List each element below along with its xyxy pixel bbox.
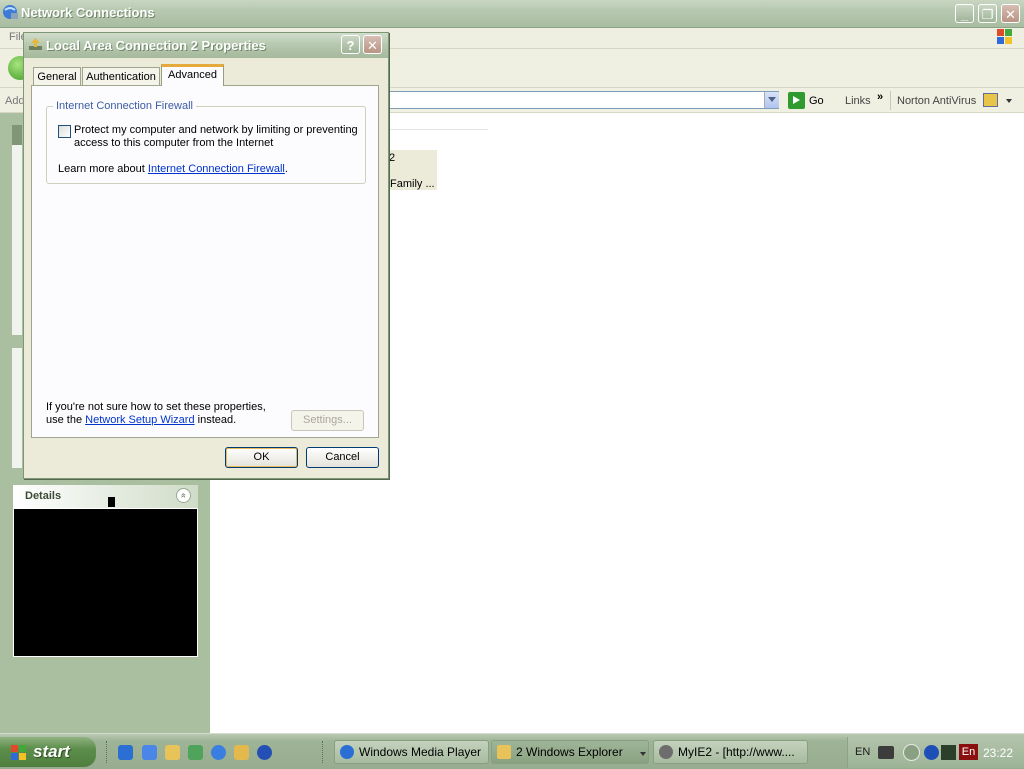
tray-ime-icon[interactable] bbox=[941, 745, 956, 760]
quicklaunch-clock-icon[interactable] bbox=[234, 745, 249, 760]
norton-dropdown-icon[interactable] bbox=[1006, 99, 1012, 103]
cancel-button[interactable]: Cancel bbox=[306, 447, 379, 468]
tray-en-badge[interactable]: En bbox=[959, 744, 978, 760]
task-myie2[interactable]: MyIE2 - [http://www.... bbox=[653, 740, 808, 764]
settings-button: Settings... bbox=[291, 410, 364, 431]
go-button-label[interactable]: Go bbox=[809, 95, 824, 107]
links-chevron-icon[interactable]: » bbox=[877, 91, 883, 103]
details-collapse-icon[interactable]: « bbox=[176, 488, 191, 503]
learn-more-prefix: Learn more about bbox=[58, 163, 148, 175]
explorer-title: Network Connections bbox=[21, 5, 155, 20]
myie-icon bbox=[659, 745, 673, 759]
task-pane-section-header[interactable] bbox=[12, 125, 22, 145]
tray-myie-icon[interactable] bbox=[924, 745, 939, 760]
minimize-button[interactable]: _ bbox=[955, 4, 974, 23]
quicklaunch-folder-icon[interactable] bbox=[165, 745, 180, 760]
keyboard-icon[interactable] bbox=[878, 746, 894, 759]
quicklaunch-network-icon[interactable] bbox=[188, 745, 203, 760]
network-connections-icon bbox=[3, 5, 18, 19]
tab-advanced[interactable]: Advanced bbox=[161, 64, 224, 86]
task-label: Windows Media Player bbox=[359, 745, 482, 759]
task-pane-section bbox=[12, 348, 22, 468]
learn-more-suffix: . bbox=[284, 163, 288, 175]
media-player-icon bbox=[340, 745, 354, 759]
tab-general[interactable]: General bbox=[33, 67, 81, 85]
connection-item-device: Family ... bbox=[390, 178, 435, 190]
connection-item-name: 2 bbox=[389, 152, 396, 164]
windows-flag-icon bbox=[997, 29, 1012, 44]
close-button[interactable]: ✕ bbox=[1001, 4, 1020, 23]
firewall-help-link[interactable]: Internet Connection Firewall bbox=[148, 163, 285, 175]
toolbar-separator bbox=[890, 91, 891, 110]
learn-more-text: Learn more about Internet Connection Fir… bbox=[58, 163, 288, 175]
links-label[interactable]: Links bbox=[845, 95, 871, 107]
task-label: MyIE2 - [http://www.... bbox=[678, 745, 795, 759]
firewall-checkbox[interactable] bbox=[58, 125, 71, 138]
quicklaunch-myie-icon[interactable] bbox=[257, 745, 272, 760]
task-group-dropdown-icon[interactable] bbox=[640, 752, 646, 756]
start-windows-flag-icon bbox=[11, 745, 26, 760]
setup-note-suffix: instead. bbox=[194, 414, 237, 426]
quicklaunch-ie-icon[interactable] bbox=[142, 745, 157, 760]
dialog-close-button[interactable]: ✕ bbox=[363, 35, 382, 54]
setup-note: If you're not sure how to set these prop… bbox=[46, 401, 286, 427]
task-pane-section bbox=[12, 125, 22, 335]
go-arrow-icon[interactable] bbox=[788, 92, 805, 109]
show-hidden-icons-chevron-icon[interactable] bbox=[903, 744, 920, 761]
norton-antivirus-icon[interactable] bbox=[983, 93, 998, 107]
network-adapter-icon bbox=[29, 38, 42, 50]
details-title: Details bbox=[25, 490, 62, 502]
restore-button[interactable]: ❐ bbox=[978, 4, 997, 23]
clock[interactable]: 23:22 bbox=[983, 746, 1013, 760]
dialog-title: Local Area Connection 2 Properties bbox=[46, 38, 266, 53]
ok-button[interactable]: OK bbox=[225, 447, 298, 468]
start-label[interactable]: start bbox=[33, 742, 70, 762]
help-button[interactable]: ? bbox=[341, 35, 360, 54]
details-body bbox=[13, 508, 198, 657]
language-indicator[interactable]: EN bbox=[855, 746, 870, 758]
quicklaunch-media-player-icon[interactable] bbox=[118, 745, 133, 760]
firewall-checkbox-label[interactable]: Protect my computer and network by limit… bbox=[74, 124, 359, 150]
address-dropdown-button[interactable] bbox=[764, 92, 779, 108]
folder-icon bbox=[497, 745, 511, 759]
network-setup-wizard-link[interactable]: Network Setup Wizard bbox=[85, 414, 194, 426]
taskbar-separator bbox=[322, 741, 326, 763]
taskbar-separator bbox=[106, 741, 110, 763]
mouse-cursor-icon bbox=[108, 497, 115, 507]
tab-authentication[interactable]: Authentication bbox=[82, 67, 160, 85]
firewall-group-label: Internet Connection Firewall bbox=[53, 100, 196, 112]
task-windows-media-player[interactable]: Windows Media Player bbox=[334, 740, 489, 764]
quicklaunch-browser-icon[interactable] bbox=[211, 745, 226, 760]
address-input[interactable] bbox=[388, 91, 779, 109]
list-divider bbox=[388, 129, 488, 130]
task-windows-explorer[interactable]: 2 Windows Explorer bbox=[491, 740, 649, 764]
norton-antivirus-label[interactable]: Norton AntiVirus bbox=[897, 95, 976, 107]
task-label: 2 Windows Explorer bbox=[516, 745, 623, 759]
